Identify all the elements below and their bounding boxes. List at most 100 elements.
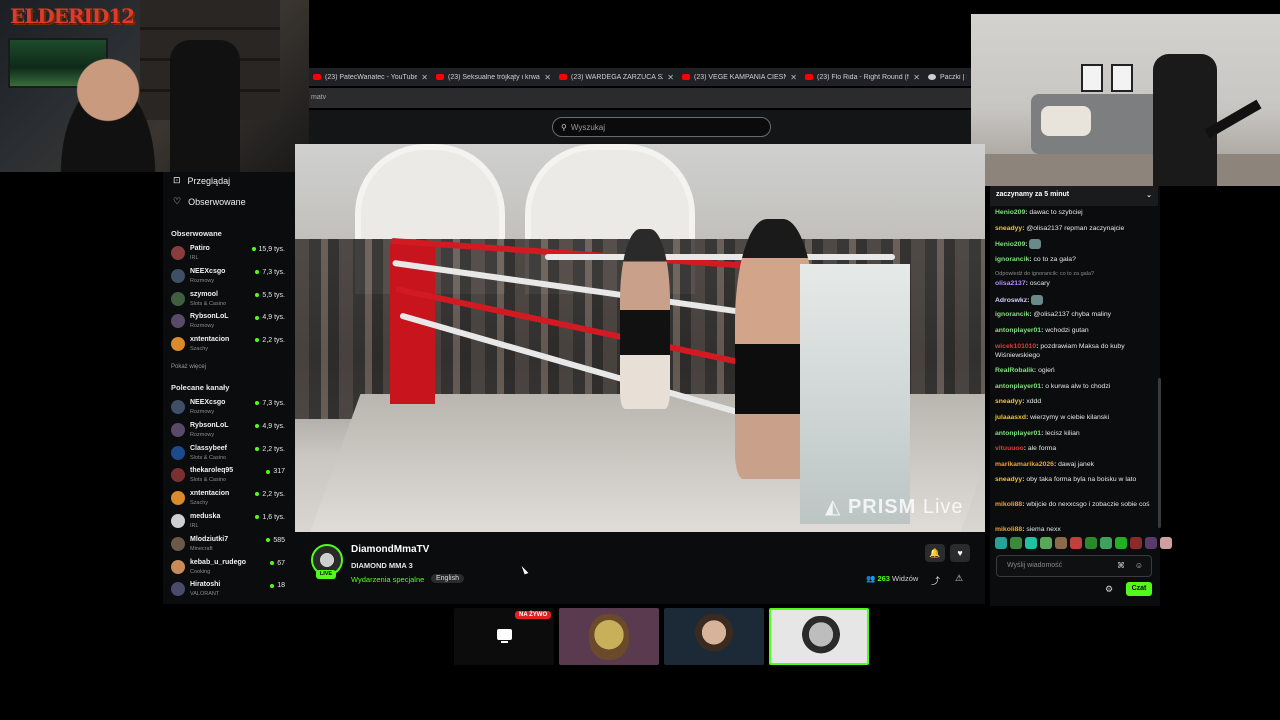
channel-list-item[interactable]: Patiro IRL 15,9 tys. [171, 244, 293, 266]
channel-list-item[interactable]: NEEXcsgo Rozmowy 7,3 tys. [171, 267, 293, 289]
nav-browse[interactable]: ⊡ Przeglądaj [173, 175, 230, 186]
emote-icon[interactable] [1085, 537, 1097, 549]
chat-send-button[interactable]: Czat [1126, 582, 1152, 596]
emote-icon[interactable] [1160, 537, 1172, 549]
chat-username[interactable]: mikoli88 [995, 501, 1022, 508]
channel-list-item[interactable]: meduska IRL 1,6 tys. [171, 512, 293, 534]
chat-message[interactable]: ignorancik: co to za gala? [995, 255, 1151, 264]
channel-list-item[interactable]: xntentacion Szachy 2,2 tys. [171, 489, 293, 511]
follow-button[interactable]: ♥ [950, 544, 970, 562]
chat-username[interactable]: wicek101010 [995, 343, 1036, 350]
channel-name[interactable]: DiamondMmaTV [351, 544, 429, 555]
nav-following[interactable]: ♡ Obserwowane [173, 196, 246, 207]
pinned-message[interactable]: zaczynamy za 5 minut ⌄ [990, 186, 1158, 206]
chat-message[interactable]: mikoli88: wbijcie do nexxcsgo i zobaczie… [995, 500, 1151, 509]
source-tile-camera[interactable] [664, 608, 764, 665]
chat-username[interactable]: vituuuoo [995, 445, 1024, 452]
emote-icon[interactable] [1010, 537, 1022, 549]
chat-message[interactable]: wicek101010: pozdrawiam Maksa do kuby Wi… [995, 342, 1151, 360]
stream-category[interactable]: Wydarzenia specjalne [351, 575, 424, 584]
emoji-icon[interactable]: ☺ [1135, 561, 1143, 570]
source-tile-selected[interactable] [769, 608, 869, 665]
channel-list-item[interactable]: Classybeef Slots & Casino 2,2 tys. [171, 444, 293, 466]
chat-message[interactable]: antonplayer01: o kurwa alw to chodzi [995, 382, 1151, 391]
chat-message[interactable]: RealRobalik: ogień [995, 366, 1151, 375]
chat-message[interactable]: julaaasxd: wierzymy w ciebie kilanski [995, 413, 1151, 422]
channel-list-item[interactable]: RybsonLoL Rozmowy 4,9 tys. [171, 312, 293, 334]
channel-item-name: thekaroleq95 [190, 467, 234, 475]
video-player[interactable]: ◭ PRISM Live [295, 144, 985, 532]
emote-icon[interactable] [1100, 537, 1112, 549]
browser-tab[interactable]: (23) PatecWariatec - YouTube ✕ [309, 68, 432, 86]
close-tab-icon[interactable]: ✕ [913, 73, 920, 82]
show-more-link[interactable]: Pokaż więcej [171, 364, 206, 370]
chat-username[interactable]: marikamarika2026 [995, 461, 1054, 468]
search-input[interactable]: ⚲ Wyszukaj [552, 117, 771, 137]
browser-tab[interactable]: Paczki | Foo [924, 68, 971, 86]
chat-username[interactable]: RealRobalik [995, 367, 1034, 374]
chat-message[interactable]: sneadyy: xddd [995, 397, 1151, 406]
channel-list-item[interactable]: kebab_u_rudego Cooking 67 [171, 558, 293, 580]
chat-username[interactable]: sneadyy [995, 398, 1022, 405]
chat-username[interactable]: Adroswkz [995, 297, 1027, 304]
browser-tab[interactable]: (23) Flo Rida - Right Round (fe ✕ [801, 68, 924, 86]
chat-input[interactable]: Wyślij wiadomość ⌘ ☺ [996, 555, 1152, 577]
chat-username[interactable]: mikoli88 [995, 526, 1022, 533]
channel-list-item[interactable]: Hiratoshi VALORANT 18 [171, 580, 293, 602]
chevron-down-icon[interactable]: ⌄ [1146, 191, 1152, 201]
emote-icon[interactable] [1025, 537, 1037, 549]
chat-username[interactable]: ignorancik [995, 256, 1029, 263]
chat-username[interactable]: Henio209 [995, 209, 1025, 216]
chat-username[interactable]: antonplayer01 [995, 383, 1041, 390]
channel-list-item[interactable]: szymool Slots & Casino 5,5 tys. [171, 290, 293, 312]
chat-message[interactable]: marikamarika2026: dawaj janek [995, 460, 1151, 469]
close-tab-icon[interactable]: ✕ [667, 73, 674, 82]
report-icon[interactable]: ⚠ [955, 573, 963, 584]
chat-message[interactable]: sneadyy: @olisa2137 repman zaczynajcie [995, 224, 1151, 233]
emote-icon[interactable] [1055, 537, 1067, 549]
chat-message[interactable]: Henio209: [995, 239, 1151, 250]
chat-username[interactable]: olisa2137 [995, 280, 1026, 287]
chat-message[interactable]: Adroswkz: [995, 294, 1151, 305]
chat-username[interactable]: ignorancik [995, 311, 1029, 318]
chat-message[interactable]: olisa2137: oscary [995, 279, 1151, 288]
chat-message[interactable]: antonplayer01: wchodzi gutan [995, 326, 1151, 335]
emote-icon[interactable] [1145, 537, 1157, 549]
close-tab-icon[interactable]: ✕ [544, 73, 551, 82]
address-bar[interactable]: matv [309, 88, 971, 108]
emote-icon[interactable] [995, 537, 1007, 549]
chat-message[interactable]: vituuuoo: ale forma [995, 444, 1151, 453]
chat-scrollbar[interactable] [1158, 378, 1161, 528]
browser-tab[interactable]: (23) Seksualne trójkąty i krwaw ✕ [432, 68, 555, 86]
emote-icon[interactable] [1130, 537, 1142, 549]
chat-username[interactable]: julaaasxd [995, 414, 1026, 421]
chat-message[interactable]: ignorancik: @olisa2137 chyba maliny [995, 310, 1151, 319]
channel-list-item[interactable]: RybsonLoL Rozmowy 4,9 tys. [171, 421, 293, 443]
chat-username[interactable]: Henio209 [995, 241, 1025, 248]
chat-message[interactable]: sneadyy: oby taka forma byla na boisku w… [995, 475, 1151, 484]
chat-message[interactable]: Henio209: dawac to szybciej [995, 208, 1151, 217]
channel-list-item[interactable]: thekaroleq95 Slots & Casino 317 [171, 466, 293, 488]
chat-username[interactable]: sneadyy [995, 476, 1022, 483]
chat-username[interactable]: antonplayer01 [995, 430, 1041, 437]
notification-bell-button[interactable]: 🔔 [925, 544, 945, 562]
emote-icon[interactable] [1070, 537, 1082, 549]
channel-list-item[interactable]: NEEXcsgo Rozmowy 7,3 tys. [171, 398, 293, 420]
close-tab-icon[interactable]: ✕ [790, 73, 797, 82]
emote-icon[interactable] [1040, 537, 1052, 549]
commands-icon[interactable]: ⌘ [1117, 561, 1125, 570]
chat-message[interactable]: antonplayer01: lecisz kilian [995, 429, 1151, 438]
browser-tab[interactable]: (23) WARDEGA ZARZUCA SZAJ✕ [555, 68, 678, 86]
source-tile-avatar[interactable] [559, 608, 659, 665]
share-icon[interactable]: ⤴ [931, 574, 940, 587]
chat-username[interactable]: antonplayer01 [995, 327, 1041, 334]
chat-settings-icon[interactable]: ⚙ [1105, 584, 1113, 595]
language-tag[interactable]: English [431, 574, 464, 583]
chat-message[interactable]: mikoli88: siema nexx [995, 525, 1151, 534]
close-tab-icon[interactable]: ✕ [421, 73, 428, 82]
chat-username[interactable]: sneadyy [995, 225, 1022, 232]
browser-tab[interactable]: (23) VEGE KAMPANIA CIEŚNIEN✕ [678, 68, 801, 86]
channel-list-item[interactable]: Mlodziutki7 Minecraft 585 [171, 535, 293, 557]
emote-icon[interactable] [1115, 537, 1127, 549]
channel-list-item[interactable]: xntentacion Szachy 2,2 tys. [171, 335, 293, 357]
